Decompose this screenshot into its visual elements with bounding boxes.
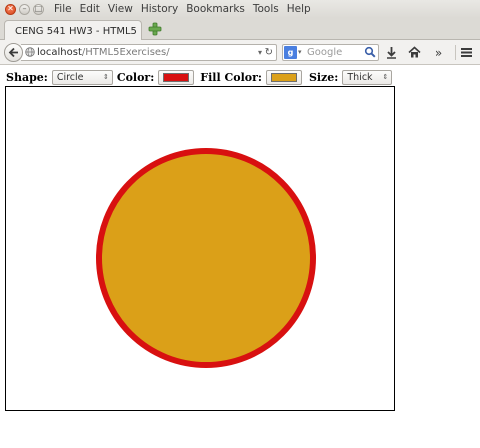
search-placeholder: Google bbox=[307, 47, 343, 58]
size-select[interactable]: Thick ⇕ bbox=[342, 69, 393, 85]
menu-help[interactable]: Help bbox=[287, 3, 311, 15]
stroke-color-picker[interactable] bbox=[158, 69, 195, 85]
maximize-window-button[interactable]: □ bbox=[33, 3, 44, 15]
canvas-drawing bbox=[96, 148, 316, 368]
url-host: localhost bbox=[37, 47, 82, 58]
search-bar[interactable]: g ▾ Google bbox=[282, 44, 379, 61]
menu-bar: ✕ – □ File Edit View History Bookmarks T… bbox=[0, 0, 480, 18]
shape-select-value: Circle bbox=[56, 71, 84, 83]
drawing-controls: Shape: Circle ⇕ Color: Fill Color: Size:… bbox=[6, 69, 393, 85]
fill-color-label: Fill Color: bbox=[200, 70, 262, 84]
search-engine-dropdown-icon[interactable]: ▾ bbox=[298, 45, 302, 60]
search-icon[interactable] bbox=[364, 46, 376, 58]
navigation-bar: localhost/HTML5Exercises/ ▾ ↻ g ▾ Google… bbox=[0, 40, 480, 65]
fill-color-swatch bbox=[270, 72, 297, 82]
close-window-button[interactable]: ✕ bbox=[5, 3, 16, 15]
menu-view[interactable]: View bbox=[108, 3, 133, 15]
drawn-circle bbox=[96, 148, 316, 368]
menu-bookmarks[interactable]: Bookmarks bbox=[186, 3, 245, 15]
menu-file[interactable]: File bbox=[54, 3, 72, 15]
back-arrow-icon bbox=[8, 47, 18, 58]
url-history-dropdown-icon[interactable]: ▾ bbox=[258, 45, 262, 60]
back-button[interactable] bbox=[4, 43, 23, 62]
reload-icon[interactable]: ↻ bbox=[265, 45, 273, 60]
menu-edit[interactable]: Edit bbox=[80, 3, 100, 15]
stroke-color-swatch bbox=[163, 72, 190, 82]
shape-label: Shape: bbox=[6, 70, 48, 84]
color-label: Color: bbox=[116, 70, 155, 84]
new-tab-icon[interactable] bbox=[148, 22, 162, 36]
window-controls: ✕ – □ bbox=[5, 3, 44, 15]
overflow-chevron-icon[interactable]: » bbox=[431, 45, 446, 60]
url-bar[interactable]: localhost/HTML5Exercises/ ▾ ↻ bbox=[21, 44, 277, 61]
hamburger-menu-icon[interactable] bbox=[459, 45, 474, 60]
downloads-icon[interactable] bbox=[384, 45, 399, 60]
tab-title: CENG 541 HW3 - HTML5 bbox=[15, 26, 137, 37]
size-label: Size: bbox=[308, 70, 339, 84]
menu-tools[interactable]: Tools bbox=[253, 3, 279, 15]
shape-select[interactable]: Circle ⇕ bbox=[51, 69, 113, 85]
globe-icon bbox=[25, 47, 35, 57]
search-engine-icon[interactable]: g bbox=[284, 46, 297, 59]
select-arrows-icon: ⇕ bbox=[102, 72, 109, 81]
select-arrows-icon: ⇕ bbox=[382, 72, 389, 81]
tab-strip: CENG 541 HW3 - HTML5 bbox=[0, 18, 480, 41]
url-path: /HTML5Exercises/ bbox=[81, 47, 170, 58]
drawing-canvas[interactable] bbox=[5, 86, 395, 411]
menu-history[interactable]: History bbox=[141, 3, 178, 15]
size-select-value: Thick bbox=[347, 71, 373, 83]
toolbar-divider bbox=[455, 45, 456, 60]
home-icon[interactable] bbox=[407, 45, 422, 60]
tab-active[interactable]: CENG 541 HW3 - HTML5 bbox=[4, 20, 142, 41]
minimize-window-button[interactable]: – bbox=[19, 3, 30, 15]
fill-color-picker[interactable] bbox=[265, 69, 302, 85]
